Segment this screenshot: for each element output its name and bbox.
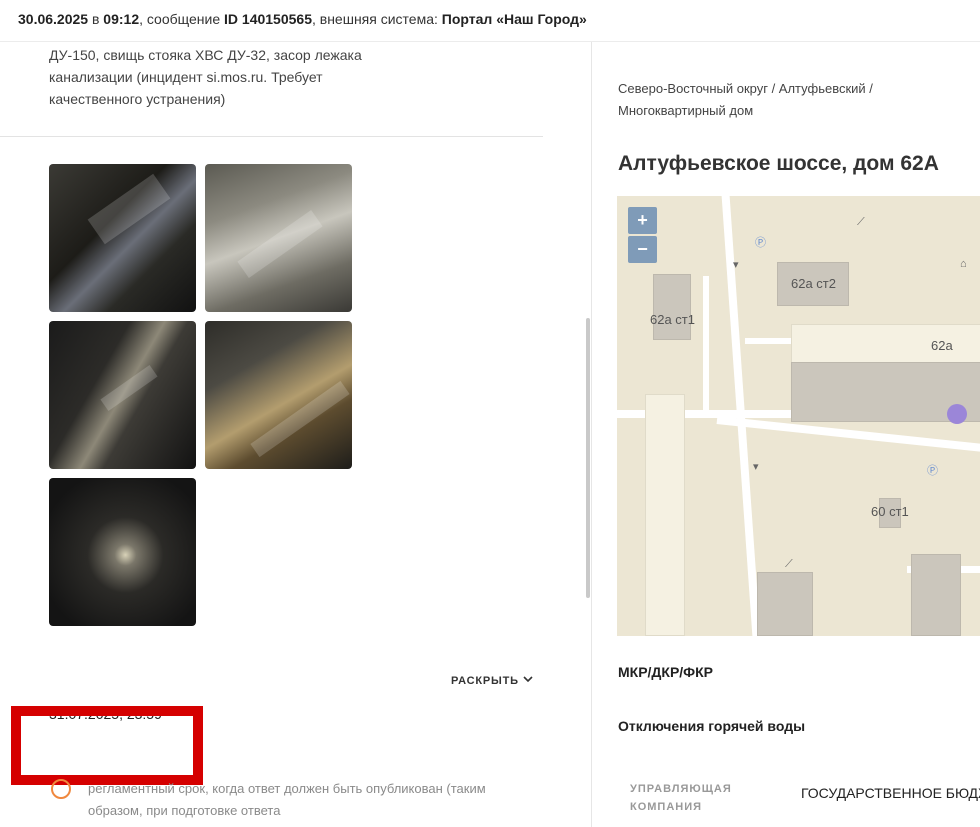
message-time: 09:12 [103, 11, 140, 27]
photo-thumbnail-5[interactable] [49, 478, 196, 626]
deadline-note: регламентный срок, когда ответ должен бы… [88, 781, 486, 818]
message-word: , сообщение [139, 11, 221, 27]
parking-icon: Ⓟ [755, 237, 766, 249]
map-label: 60 ст1 [871, 504, 909, 519]
message-details-panel: ДУ-150, свищь стояка ХВС ДУ-32, засор ле… [0, 42, 590, 827]
message-header: 30.06.2025 в 09:12, сообщение ID 1401505… [0, 0, 980, 42]
object-location-marker[interactable] [947, 404, 967, 424]
in-word: в [91, 11, 100, 27]
external-system-word: , внешняя система: [311, 11, 438, 27]
photo-thumbnail-3[interactable] [49, 321, 196, 469]
object-map[interactable]: 62а ст1 62а ст2 62а 60 ст1 Ⓟ Ⓟ ▾ ▾ ⟋ ⟋ ⌂… [617, 196, 980, 636]
message-id: ID 140150565 [224, 11, 312, 27]
object-address: Алтуфьевское шоссе, дом 62А [618, 152, 939, 175]
message-date: 30.06.2025 [18, 11, 89, 27]
map-label: 62а [931, 338, 953, 353]
parking-icon: Ⓟ [927, 465, 938, 477]
chevron-down-icon [523, 674, 533, 687]
map-building [645, 394, 685, 636]
expand-button[interactable]: РАСКРЫТЬ [451, 674, 533, 687]
zoom-in-button[interactable]: + [628, 207, 657, 234]
tool-icon: ⟋ [857, 216, 865, 228]
photo-thumbnail-4[interactable] [205, 321, 352, 469]
map-label: 62а ст1 [650, 312, 695, 327]
trash-icon: ▾ [733, 259, 739, 271]
external-system-name: Портал «Наш Город» [441, 11, 587, 27]
management-company-label: УПРАВЛЯЮЩАЯ КОМПАНИЯ [630, 783, 732, 813]
zoom-out-button[interactable]: − [628, 236, 657, 263]
message-header-line: 30.06.2025 в 09:12, сообщение ID 1401505… [18, 11, 587, 27]
object-info-panel: Северо-Восточный округ / Алтуфьевский / … [592, 42, 980, 827]
section-repair-programs[interactable]: МКР/ДКР/ФКР [618, 664, 713, 680]
map-building [911, 554, 961, 636]
photo-thumbnail-2[interactable] [205, 164, 352, 312]
tool-icon: ⟋ [785, 558, 793, 570]
scrollbar-thumb[interactable] [586, 318, 590, 598]
trash-icon: ▾ [753, 461, 759, 473]
expand-label: РАСКРЫТЬ [451, 674, 519, 687]
map-zoom-controls: + − [628, 207, 657, 264]
map-label: 62а ст2 [791, 276, 836, 291]
message-description: ДУ-150, свищь стояка ХВС ДУ-32, засор ле… [49, 47, 362, 107]
status-dot-icon [51, 779, 71, 799]
bank-icon: ⌂ [960, 258, 967, 270]
map-building [757, 572, 813, 636]
map-road [703, 276, 709, 416]
photo-thumbnail-1[interactable] [49, 164, 196, 312]
management-company-value: ГОСУДАРСТВЕННОЕ БЮДЖЕТНОЕ «ЖИЛИЩНИК АЛТУ… [801, 785, 980, 801]
breadcrumb: Северо-Восточный округ / Алтуфьевский / … [618, 81, 873, 118]
divider [0, 136, 543, 137]
highlight-box [11, 706, 203, 785]
section-hot-water-outages[interactable]: Отключения горячей воды [618, 718, 805, 734]
map-building [653, 274, 691, 340]
